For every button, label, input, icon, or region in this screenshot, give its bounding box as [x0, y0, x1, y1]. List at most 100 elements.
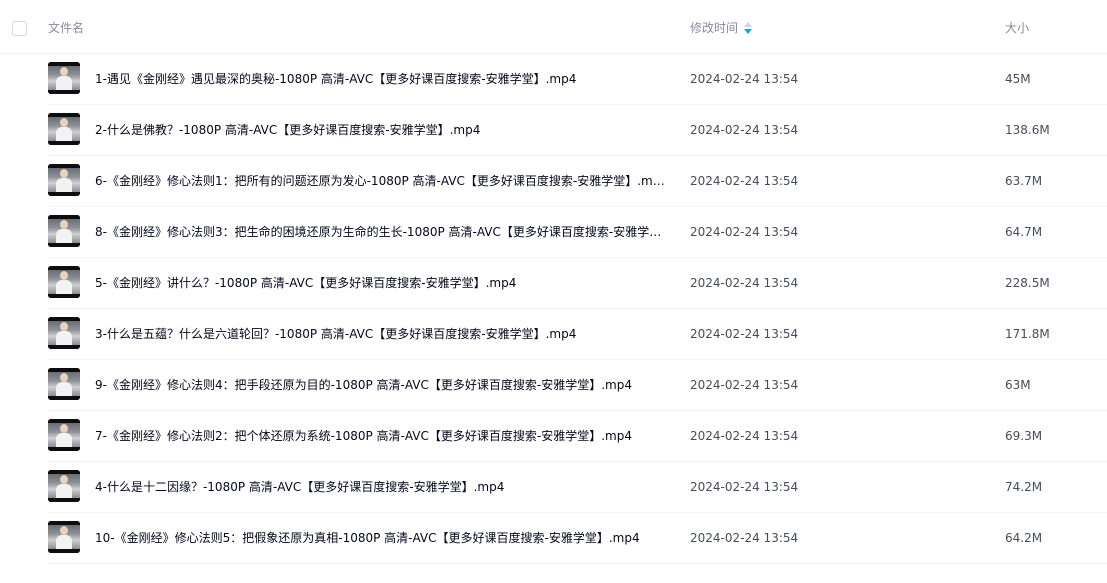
thumbnail-figure-head [60, 373, 68, 382]
file-modified-time: 2024-02-24 13:54 [690, 174, 799, 188]
thumbnail-letterbox-bottom [48, 345, 80, 349]
thumbnail-figure-head [60, 169, 68, 178]
thumbnail-figure-head [60, 220, 68, 229]
file-modified-time: 2024-02-24 13:54 [690, 276, 799, 290]
thumbnail-figure-head [60, 424, 68, 433]
file-modified-time: 2024-02-24 13:54 [690, 531, 799, 545]
file-size: 63.7M [1005, 174, 1043, 188]
file-modified-time: 2024-02-24 13:54 [690, 225, 799, 239]
file-size: 228.5M [1005, 276, 1050, 290]
file-size: 64.2M [1005, 531, 1043, 545]
file-modified-time: 2024-02-24 13:54 [690, 480, 799, 494]
file-name[interactable]: 3-什么是五蕴？什么是六道轮回？-1080P 高清-AVC【更多好课百度搜索-安… [95, 309, 665, 359]
column-header-name[interactable]: 文件名 [48, 0, 84, 54]
thumbnail-letterbox-top [48, 215, 80, 219]
thumbnail-letterbox-bottom [48, 243, 80, 247]
thumbnail-figure-head [60, 322, 68, 331]
sort-desc-icon[interactable] [744, 21, 753, 34]
file-row[interactable]: 1-遇见《金刚经》遇见最深的奥秘-1080P 高清-AVC【更多好课百度搜索-安… [0, 54, 1107, 105]
file-name[interactable]: 1-遇见《金刚经》遇见最深的奥秘-1080P 高清-AVC【更多好课百度搜索-安… [95, 54, 665, 104]
file-size: 69.3M [1005, 429, 1043, 443]
thumbnail-figure-body [56, 76, 72, 90]
thumbnail-figure-body [56, 484, 72, 498]
file-rows: 1-遇见《金刚经》遇见最深的奥秘-1080P 高清-AVC【更多好课百度搜索-安… [0, 54, 1107, 564]
thumbnail-figure-body [56, 433, 72, 447]
thumbnail-letterbox-bottom [48, 192, 80, 196]
thumbnail-letterbox-bottom [48, 396, 80, 400]
file-list: 文件名 修改时间 大小 1-遇见《金刚经》遇见最深的奥秘-1080P 高清-AV… [0, 0, 1107, 583]
file-size: 45M [1005, 72, 1031, 86]
thumbnail-figure-head [60, 271, 68, 280]
column-header-modified-time[interactable]: 修改时间 [690, 0, 753, 54]
row-divider [48, 563, 1107, 564]
thumbnail-figure-body [56, 535, 72, 549]
thumbnail-letterbox-top [48, 317, 80, 321]
thumbnail-figure-head [60, 475, 68, 484]
thumbnail-letterbox-bottom [48, 498, 80, 502]
thumbnail-letterbox-bottom [48, 549, 80, 553]
thumbnail-figure-head [60, 67, 68, 76]
thumbnail-letterbox-bottom [48, 294, 80, 298]
file-row[interactable]: 7-《金刚经》修心法则2：把个体还原为系统-1080P 高清-AVC【更多好课百… [0, 411, 1107, 462]
thumbnail-letterbox-top [48, 470, 80, 474]
file-name[interactable]: 6-《金刚经》修心法则1：把所有的问题还原为发心-1080P 高清-AVC【更多… [95, 156, 665, 206]
video-thumbnail[interactable] [48, 470, 80, 502]
file-row[interactable]: 4-什么是十二因缘？-1080P 高清-AVC【更多好课百度搜索-安雅学堂】.m… [0, 462, 1107, 513]
thumbnail-figure-head [60, 118, 68, 127]
file-modified-time: 2024-02-24 13:54 [690, 378, 799, 392]
file-row[interactable]: 3-什么是五蕴？什么是六道轮回？-1080P 高清-AVC【更多好课百度搜索-安… [0, 309, 1107, 360]
column-header-size[interactable]: 大小 [1005, 0, 1029, 54]
thumbnail-figure-head [60, 526, 68, 535]
video-thumbnail[interactable] [48, 419, 80, 451]
file-name[interactable]: 2-什么是佛教？-1080P 高清-AVC【更多好课百度搜索-安雅学堂】.mp4 [95, 105, 665, 155]
file-name[interactable]: 10-《金刚经》修心法则5：把假象还原为真相-1080P 高清-AVC【更多好课… [95, 513, 665, 563]
file-size: 64.7M [1005, 225, 1043, 239]
select-all-checkbox[interactable] [12, 21, 27, 36]
thumbnail-letterbox-top [48, 419, 80, 423]
video-thumbnail[interactable] [48, 113, 80, 145]
thumbnail-letterbox-top [48, 266, 80, 270]
file-modified-time: 2024-02-24 13:54 [690, 327, 799, 341]
thumbnail-letterbox-bottom [48, 447, 80, 451]
file-size: 63M [1005, 378, 1031, 392]
file-row[interactable]: 10-《金刚经》修心法则5：把假象还原为真相-1080P 高清-AVC【更多好课… [0, 513, 1107, 564]
file-modified-time: 2024-02-24 13:54 [690, 123, 799, 137]
file-name[interactable]: 4-什么是十二因缘？-1080P 高清-AVC【更多好课百度搜索-安雅学堂】.m… [95, 462, 665, 512]
file-row[interactable]: 2-什么是佛教？-1080P 高清-AVC【更多好课百度搜索-安雅学堂】.mp4… [0, 105, 1107, 156]
file-row[interactable]: 5-《金刚经》讲什么？-1080P 高清-AVC【更多好课百度搜索-安雅学堂】.… [0, 258, 1107, 309]
thumbnail-letterbox-bottom [48, 141, 80, 145]
thumbnail-figure-body [56, 127, 72, 141]
file-row[interactable]: 6-《金刚经》修心法则1：把所有的问题还原为发心-1080P 高清-AVC【更多… [0, 156, 1107, 207]
file-row[interactable]: 8-《金刚经》修心法则3：把生命的困境还原为生命的生长-1080P 高清-AVC… [0, 207, 1107, 258]
thumbnail-letterbox-bottom [48, 90, 80, 94]
video-thumbnail[interactable] [48, 266, 80, 298]
video-thumbnail[interactable] [48, 62, 80, 94]
file-size: 74.2M [1005, 480, 1043, 494]
file-name[interactable]: 9-《金刚经》修心法则4：把手段还原为目的-1080P 高清-AVC【更多好课百… [95, 360, 665, 410]
video-thumbnail[interactable] [48, 368, 80, 400]
file-list-header: 文件名 修改时间 大小 [0, 0, 1107, 54]
file-name[interactable]: 8-《金刚经》修心法则3：把生命的困境还原为生命的生长-1080P 高清-AVC… [95, 207, 665, 257]
thumbnail-letterbox-top [48, 113, 80, 117]
thumbnail-figure-body [56, 331, 72, 345]
video-thumbnail[interactable] [48, 164, 80, 196]
file-name[interactable]: 5-《金刚经》讲什么？-1080P 高清-AVC【更多好课百度搜索-安雅学堂】.… [95, 258, 665, 308]
video-thumbnail[interactable] [48, 521, 80, 553]
thumbnail-letterbox-top [48, 62, 80, 66]
column-header-modified-time-label: 修改时间 [690, 21, 739, 35]
thumbnail-letterbox-top [48, 164, 80, 168]
file-row[interactable]: 9-《金刚经》修心法则4：把手段还原为目的-1080P 高清-AVC【更多好课百… [0, 360, 1107, 411]
thumbnail-figure-body [56, 382, 72, 396]
thumbnail-letterbox-top [48, 368, 80, 372]
thumbnail-figure-body [56, 280, 72, 294]
video-thumbnail[interactable] [48, 215, 80, 247]
video-thumbnail[interactable] [48, 317, 80, 349]
file-size: 171.8M [1005, 327, 1050, 341]
file-modified-time: 2024-02-24 13:54 [690, 72, 799, 86]
file-size: 138.6M [1005, 123, 1050, 137]
file-modified-time: 2024-02-24 13:54 [690, 429, 799, 443]
thumbnail-figure-body [56, 178, 72, 192]
thumbnail-figure-body [56, 229, 72, 243]
file-name[interactable]: 7-《金刚经》修心法则2：把个体还原为系统-1080P 高清-AVC【更多好课百… [95, 411, 665, 461]
thumbnail-letterbox-top [48, 521, 80, 525]
